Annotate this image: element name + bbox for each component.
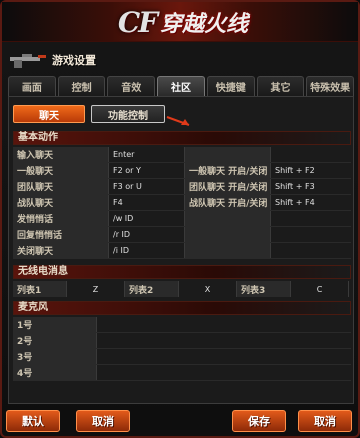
logo-bar: CF 穿越火线	[2, 2, 358, 42]
action-label: 回复悄悄话	[13, 227, 109, 242]
save-button[interactable]: 保存	[232, 410, 286, 432]
key-binding-2	[271, 243, 351, 258]
key-binding[interactable]: F4	[109, 195, 185, 210]
basic-actions-table: 输入聊天 Enter 一般聊天 F2 or Y 一般聊天 开启/关闭 Shift…	[13, 147, 351, 259]
key-binding-2[interactable]	[271, 147, 351, 162]
tab-other[interactable]: 其它	[256, 76, 305, 96]
table-row: 关闭聊天 /i ID	[13, 243, 351, 259]
action-label-2	[185, 243, 271, 258]
mic-slot-label: 4号	[13, 365, 97, 380]
logo-title: 穿越火线	[160, 12, 249, 37]
radio-list-row: 列表1 Z 列表2 X 列表3 C	[13, 281, 351, 297]
radio-header: 无线电消息	[13, 265, 351, 279]
logo-cf: CF	[117, 5, 158, 39]
key-binding-2	[271, 227, 351, 242]
tab-sound[interactable]: 音效	[107, 76, 156, 96]
bottom-bar: 默认 取消 保存 取消	[6, 406, 356, 436]
action-label-2	[185, 227, 271, 242]
table-row: 1号	[13, 317, 351, 333]
settings-tabs: 画面 控制 音效 社区 快捷键 其它 特殊效果	[8, 76, 355, 96]
basic-actions-header: 基本动作	[13, 131, 351, 145]
radio-key[interactable]: Z	[67, 281, 125, 297]
action-label: 输入聊天	[13, 147, 109, 162]
action-label: 发悄悄话	[13, 211, 109, 226]
action-label: 一般聊天	[13, 163, 109, 178]
tab-controls[interactable]: 控制	[57, 76, 106, 96]
mic-slot-label: 3号	[13, 349, 97, 364]
tab-community[interactable]: 社区	[157, 76, 205, 96]
action-label: 关闭聊天	[13, 243, 109, 258]
action-label-2: 团队聊天 开启/关闭	[185, 179, 271, 194]
key-binding[interactable]: Enter	[109, 147, 185, 162]
subtab-chat[interactable]: 聊天	[13, 105, 85, 123]
radio-list-label: 列表3	[237, 281, 291, 297]
table-row: 4号	[13, 365, 351, 381]
page-title: 游戏设置	[52, 54, 96, 67]
key-binding-2	[271, 211, 351, 226]
action-label-2: 战队聊天 开启/关闭	[185, 195, 271, 210]
table-row: 团队聊天 F3 or U 团队聊天 开启/关闭 Shift + F3	[13, 179, 351, 195]
tab-shortcuts[interactable]: 快捷键	[206, 76, 255, 96]
content-panel: 聊天 功能控制 基本动作 输入聊天 Enter 一般聊天 F2 or Y 一般聊…	[8, 96, 354, 404]
mic-header: 麦克风	[13, 301, 351, 315]
radio-key[interactable]: X	[179, 281, 237, 297]
action-label-2	[185, 147, 271, 162]
table-row: 回复悄悄话 /r ID	[13, 227, 351, 243]
key-binding-2[interactable]: Shift + F3	[271, 179, 351, 194]
key-binding-2[interactable]: Shift + F4	[271, 195, 351, 210]
mic-slot-label: 1号	[13, 317, 97, 332]
key-binding[interactable]: F2 or Y	[109, 163, 185, 178]
mic-slot-value[interactable]	[97, 317, 351, 332]
gun-icon	[10, 54, 46, 68]
sub-tabs: 聊天 功能控制	[13, 105, 165, 123]
key-binding[interactable]: F3 or U	[109, 179, 185, 194]
subtab-function-control[interactable]: 功能控制	[91, 105, 165, 123]
table-row: 一般聊天 F2 or Y 一般聊天 开启/关闭 Shift + F2	[13, 163, 351, 179]
table-row: 战队聊天 F4 战队聊天 开启/关闭 Shift + F4	[13, 195, 351, 211]
action-label-2: 一般聊天 开启/关闭	[185, 163, 271, 178]
radio-list-label: 列表2	[125, 281, 179, 297]
table-row: 3号	[13, 349, 351, 365]
tab-graphics[interactable]: 画面	[8, 76, 56, 96]
cancel-left-button[interactable]: 取消	[76, 410, 130, 432]
table-row: 2号	[13, 333, 351, 349]
game-logo: CF 穿越火线	[94, 4, 272, 40]
mic-slot-value[interactable]	[97, 365, 351, 380]
table-row: 输入聊天 Enter	[13, 147, 351, 163]
table-row: 发悄悄话 /w ID	[13, 211, 351, 227]
key-binding[interactable]: /w ID	[109, 211, 185, 226]
cancel-button[interactable]: 取消	[298, 410, 352, 432]
action-label: 战队聊天	[13, 195, 109, 210]
mic-slot-label: 2号	[13, 333, 97, 348]
key-binding[interactable]: /i ID	[109, 243, 185, 258]
mic-slot-value[interactable]	[97, 333, 351, 348]
radio-key[interactable]: C	[291, 281, 349, 297]
tab-special-effects[interactable]: 特殊效果	[306, 76, 355, 96]
radio-list-label: 列表1	[13, 281, 67, 297]
title-row: 游戏设置	[8, 46, 352, 74]
action-label-2	[185, 211, 271, 226]
pointer-arrow-icon	[166, 116, 190, 126]
key-binding[interactable]: /r ID	[109, 227, 185, 242]
default-button[interactable]: 默认	[6, 410, 60, 432]
mic-table: 1号 2号 3号 4号	[13, 317, 351, 381]
mic-slot-value[interactable]	[97, 349, 351, 364]
action-label: 团队聊天	[13, 179, 109, 194]
settings-window: CF 穿越火线 游戏设置 画面 控制 音效 社区 快捷键 其它 特殊效果 聊天 …	[0, 0, 360, 438]
key-binding-2[interactable]: Shift + F2	[271, 163, 351, 178]
